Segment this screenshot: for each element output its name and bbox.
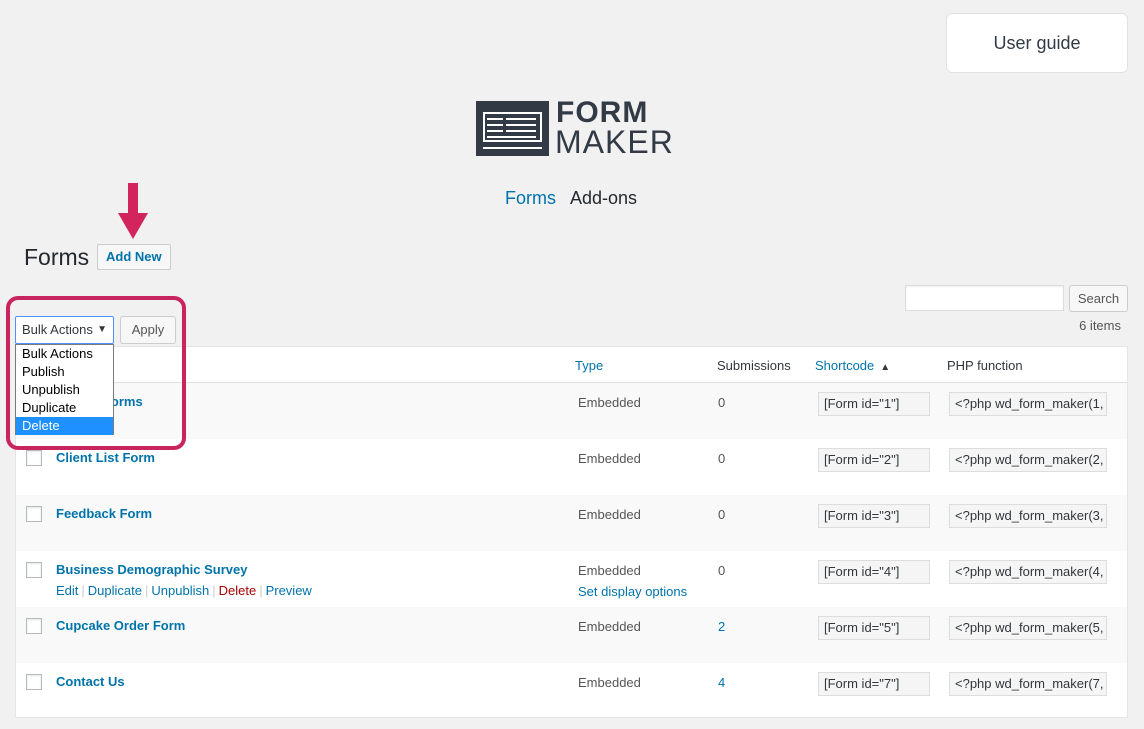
form-maker-logo: FORM MAKER [476,97,673,159]
add-new-button[interactable]: Add New [97,244,171,270]
nav-addons[interactable]: Add-ons [570,188,637,208]
column-submissions: Submissions [717,358,791,373]
submissions-count: 0 [718,507,726,522]
pointer-arrow-icon [118,183,148,239]
submissions-count: 0 [718,395,726,410]
php-function-field[interactable]: <?php wd_form_maker(4, [949,560,1107,584]
shortcode-field[interactable]: [Form id="3"] [818,504,930,528]
php-function-field[interactable]: <?php wd_form_maker(7, [949,672,1107,696]
row-checkbox[interactable] [26,450,42,466]
delete-link[interactable]: Delete [219,583,257,598]
highlight-outline [6,296,186,450]
column-shortcode[interactable]: Shortcode ▲ [815,358,890,373]
submissions-count: 0 [718,451,726,466]
column-type[interactable]: Type [575,358,603,373]
search-button[interactable]: Search [1069,285,1128,312]
shortcode-field[interactable]: [Form id="4"] [818,560,930,584]
form-title-link[interactable]: Client List Form [56,450,155,465]
row-actions: Edit | Duplicate | Unpublish | Delete | Preview [56,583,312,598]
page-title: Forms [24,244,90,270]
shortcode-field[interactable]: [Form id="7"] [818,672,930,696]
sort-up-icon: ▲ [880,362,891,373]
php-function-field[interactable]: <?php wd_form_maker(2, [949,448,1107,472]
row-checkbox[interactable] [26,562,42,578]
row-checkbox[interactable] [26,674,42,690]
column-shortcode-label: Shortcode [815,358,875,373]
type-value: Embedded [578,563,641,578]
shortcode-field[interactable]: [Form id="5"] [818,616,930,640]
php-function-field[interactable]: <?php wd_form_maker(1, [949,392,1107,416]
row-checkbox[interactable] [26,506,42,522]
logo-text-maker: MAKER [555,124,674,160]
row-checkbox[interactable] [26,618,42,634]
shortcode-field[interactable]: [Form id="2"] [818,448,930,472]
duplicate-link[interactable]: Duplicate [88,583,142,598]
preview-link[interactable]: Preview [266,583,312,598]
table-row: Cupcake Order Form Embedded 2 [Form id="… [16,607,1127,663]
items-count: 6 items [1079,318,1121,333]
type-value: Embedded [578,395,641,410]
form-title-link[interactable]: Business Demographic Survey [56,562,247,577]
type-value: Embedded [578,675,641,690]
type-value: Embedded [578,507,641,522]
nav-forms[interactable]: Forms [505,188,556,208]
form-title-link[interactable]: Cupcake Order Form [56,618,185,633]
column-php: PHP function [947,358,1023,373]
php-function-field[interactable]: <?php wd_form_maker(5, [949,616,1107,640]
submissions-count-link[interactable]: 2 [718,619,725,634]
user-guide-button[interactable]: User guide [946,13,1128,73]
unpublish-link[interactable]: Unpublish [151,583,209,598]
type-value: Embedded [578,619,641,634]
table-row: Contact Us Embedded 4 [Form id="7"] <?ph… [16,663,1127,719]
set-display-options-link[interactable]: Set display options [578,584,687,599]
form-icon [476,101,549,156]
php-function-field[interactable]: <?php wd_form_maker(3, [949,504,1107,528]
table-row: Feedback Form Embedded 0 [Form id="3"] <… [16,495,1127,551]
type-value: Embedded [578,451,641,466]
table-row: Client List Form Embedded 0 [Form id="2"… [16,439,1127,495]
form-title-link[interactable]: Contact Us [56,674,125,689]
search-input[interactable] [905,285,1064,311]
form-title-link[interactable]: Feedback Form [56,506,152,521]
submissions-count-link[interactable]: 4 [718,675,725,690]
edit-link[interactable]: Edit [56,583,78,598]
top-nav: Forms Add-ons [505,188,647,209]
table-row: Business Demographic Survey Edit | Duplica… [16,551,1127,607]
submissions-count: 0 [718,563,726,578]
shortcode-field[interactable]: [Form id="1"] [818,392,930,416]
